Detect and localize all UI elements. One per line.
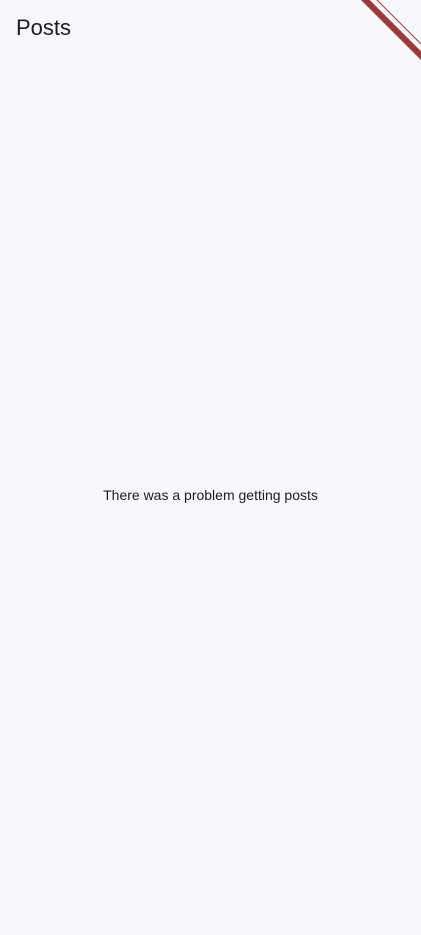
posts-content: There was a problem getting posts [0, 56, 421, 935]
error-message: There was a problem getting posts [103, 487, 318, 503]
page-title: Posts [16, 15, 72, 40]
